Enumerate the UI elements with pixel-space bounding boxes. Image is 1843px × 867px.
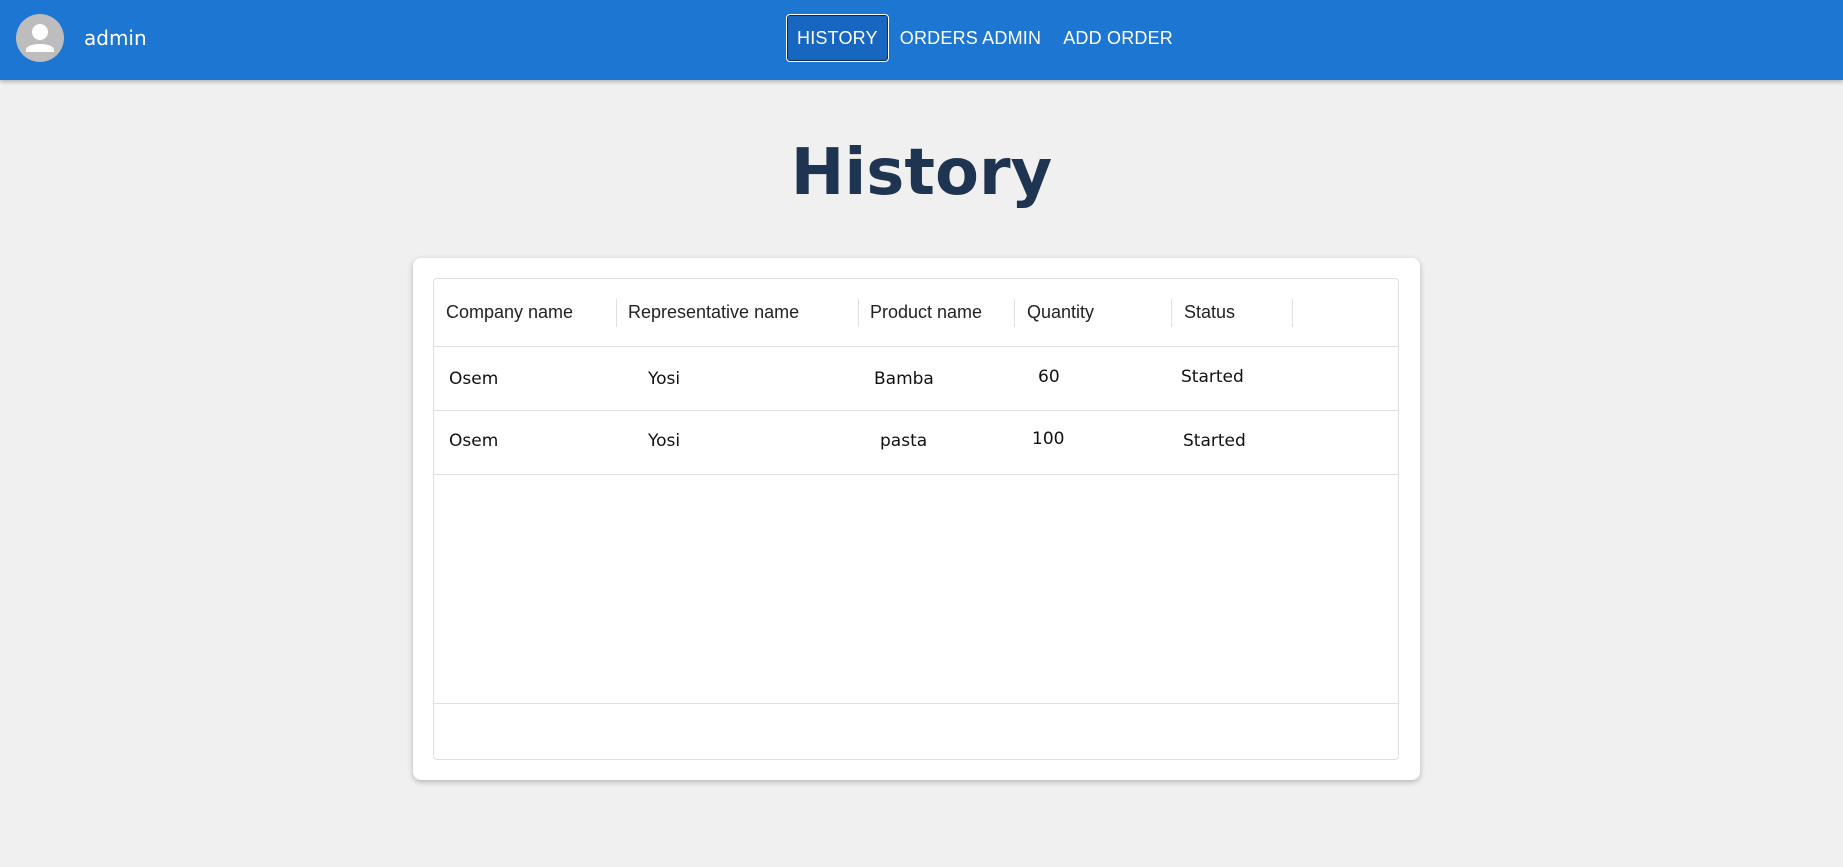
- column-header-product[interactable]: Product name: [870, 279, 982, 346]
- cell-representative: Yosi: [648, 369, 681, 389]
- nav-add-order-button[interactable]: ADD ORDER: [1052, 14, 1184, 62]
- table-row[interactable]: Osem Yosi Bamba 60 Started: [434, 347, 1398, 411]
- person-icon: [26, 24, 54, 52]
- page-title: History: [790, 136, 1053, 210]
- column-header-status[interactable]: Status: [1184, 279, 1235, 346]
- table-header: Company name Representative name Product…: [434, 279, 1398, 347]
- top-app-bar: admin HISTORY ORDERS ADMIN ADD ORDER: [0, 0, 1843, 80]
- cell-quantity: 100: [1032, 429, 1065, 449]
- username: admin: [84, 26, 147, 50]
- column-separator[interactable]: [1171, 299, 1172, 327]
- cell-product: Bamba: [874, 369, 934, 389]
- cell-representative: Yosi: [648, 431, 681, 451]
- cell-status: Started: [1181, 367, 1244, 387]
- history-table: Company name Representative name Product…: [433, 278, 1399, 760]
- column-header-quantity[interactable]: Quantity: [1027, 279, 1094, 346]
- table-footer-divider: [434, 703, 1398, 704]
- cell-status: Started: [1183, 431, 1246, 451]
- column-separator[interactable]: [1292, 299, 1293, 327]
- history-card: Company name Representative name Product…: [413, 258, 1420, 780]
- nav-history-button[interactable]: HISTORY: [786, 14, 889, 62]
- cell-quantity: 60: [1038, 367, 1060, 387]
- column-separator[interactable]: [858, 299, 859, 327]
- table-row[interactable]: Osem Yosi pasta 100 Started: [434, 411, 1398, 475]
- avatar[interactable]: [16, 14, 64, 62]
- cell-company: Osem: [449, 369, 499, 389]
- column-separator[interactable]: [616, 299, 617, 327]
- nav-orders-admin-button[interactable]: ORDERS ADMIN: [889, 14, 1052, 62]
- column-header-company[interactable]: Company name: [446, 279, 573, 346]
- cell-company: Osem: [449, 431, 499, 451]
- main-nav: HISTORY ORDERS ADMIN ADD ORDER: [786, 14, 1184, 62]
- column-header-representative[interactable]: Representative name: [628, 279, 799, 346]
- column-separator[interactable]: [1014, 299, 1015, 327]
- cell-product: pasta: [880, 431, 928, 451]
